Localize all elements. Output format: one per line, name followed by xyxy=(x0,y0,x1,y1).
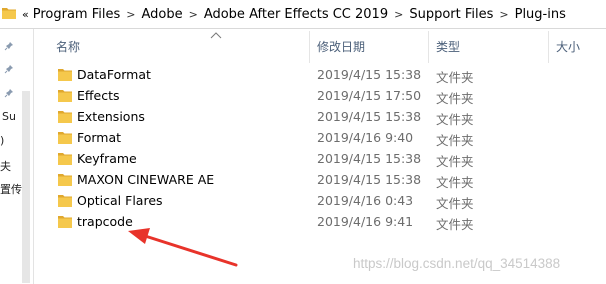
pin-icon[interactable] xyxy=(4,64,14,74)
folder-icon xyxy=(58,153,72,165)
breadcrumb-plug-ins[interactable]: Plug-ins xyxy=(515,7,566,22)
chevron-right-icon[interactable]: > xyxy=(189,8,198,21)
file-type: 文件夹 xyxy=(436,196,474,211)
file-type: 文件夹 xyxy=(436,112,474,127)
file-date: 2019/4/15 17:50 xyxy=(317,88,422,103)
file-type: 文件夹 xyxy=(436,91,474,106)
nav-scrollbar[interactable] xyxy=(22,91,30,283)
chevron-right-icon[interactable]: > xyxy=(126,8,135,21)
file-date: 2019/4/15 15:38 xyxy=(317,151,422,166)
list-item[interactable]: Keyframe 2019/4/15 15:38 文件夹 xyxy=(34,149,606,170)
column-header-size-label: 大小 xyxy=(556,39,581,54)
column-header-name[interactable]: 名称 xyxy=(56,29,80,63)
breadcrumb-support-files[interactable]: Support Files xyxy=(409,7,493,22)
file-date: 2019/4/15 15:38 xyxy=(317,172,422,187)
pin-icon[interactable] xyxy=(4,41,14,51)
file-name: Optical Flares xyxy=(77,193,163,208)
file-date: 2019/4/16 0:43 xyxy=(317,193,414,208)
file-type: 文件夹 xyxy=(436,175,474,190)
folder-icon xyxy=(58,174,72,186)
breadcrumb-program-files[interactable]: Program Files xyxy=(33,7,121,22)
column-divider[interactable] xyxy=(309,31,310,63)
file-date: 2019/4/16 9:40 xyxy=(317,130,414,145)
list-item[interactable]: Extensions 2019/4/15 15:38 文件夹 xyxy=(34,107,606,128)
breadcrumb: « Program Files > Adobe > Adobe After Ef… xyxy=(22,0,566,28)
folder-icon xyxy=(58,132,72,144)
file-type: 文件夹 xyxy=(436,70,474,85)
column-divider[interactable] xyxy=(548,31,549,63)
column-divider[interactable] xyxy=(428,31,429,63)
chevron-right-icon[interactable]: > xyxy=(394,8,403,21)
file-type: 文件夹 xyxy=(436,154,474,169)
list-item[interactable]: MAXON CINEWARE AE 2019/4/15 15:38 文件夹 xyxy=(34,170,606,191)
folder-icon xyxy=(58,195,72,207)
file-name: DataFormat xyxy=(77,67,151,82)
list-item[interactable]: Format 2019/4/16 9:40 文件夹 xyxy=(34,128,606,149)
folder-icon xyxy=(58,90,72,102)
file-date: 2019/4/16 9:41 xyxy=(317,214,414,229)
column-header-date-label: 修改日期 xyxy=(317,39,366,54)
nav-item-label[interactable]: ) xyxy=(0,134,4,147)
column-header-date[interactable]: 修改日期 xyxy=(317,29,365,63)
navigation-pane[interactable]: Su ) 夫 置传 xyxy=(0,29,34,284)
folder-icon xyxy=(58,216,72,228)
breadcrumb-overflow-button[interactable]: « xyxy=(22,8,29,21)
list-item[interactable]: Optical Flares 2019/4/16 0:43 文件夹 xyxy=(34,191,606,212)
file-name: Keyframe xyxy=(77,151,137,166)
file-name: Extensions xyxy=(77,109,145,124)
column-header-name-label: 名称 xyxy=(56,39,81,54)
file-date: 2019/4/15 15:38 xyxy=(317,109,422,124)
file-name: Format xyxy=(77,130,122,145)
breadcrumb-adobe[interactable]: Adobe xyxy=(141,7,182,22)
file-name: trapcode xyxy=(77,214,133,229)
watermark-text: https://blog.csdn.net/qq_34514388 xyxy=(353,256,561,271)
column-header-type-label: 类型 xyxy=(436,39,461,54)
breadcrumb-after-effects[interactable]: Adobe After Effects CC 2019 xyxy=(204,7,388,22)
folder-icon xyxy=(58,69,72,81)
file-name: MAXON CINEWARE AE xyxy=(77,172,215,187)
folder-icon xyxy=(58,111,72,123)
file-type: 文件夹 xyxy=(436,133,474,148)
column-headers: 名称 修改日期 类型 大小 xyxy=(34,29,606,63)
folder-icon xyxy=(2,8,16,19)
nav-item-label[interactable]: 置传 xyxy=(0,181,22,197)
sort-ascending-icon xyxy=(210,32,222,39)
column-header-type[interactable]: 类型 xyxy=(436,29,460,63)
list-item[interactable]: Effects 2019/4/15 17:50 文件夹 xyxy=(34,86,606,107)
file-date: 2019/4/15 15:38 xyxy=(317,67,422,82)
nav-item-label[interactable]: 夫 xyxy=(0,158,11,174)
column-header-size[interactable]: 大小 xyxy=(556,29,580,63)
chevron-right-icon[interactable]: > xyxy=(499,8,508,21)
pin-icon[interactable] xyxy=(4,88,14,98)
nav-item-label[interactable]: Su xyxy=(2,110,16,123)
address-bar[interactable]: « Program Files > Adobe > Adobe After Ef… xyxy=(0,0,606,29)
list-item[interactable]: trapcode 2019/4/16 9:41 文件夹 xyxy=(34,212,606,233)
list-item[interactable]: DataFormat 2019/4/15 15:38 文件夹 xyxy=(34,65,606,86)
file-name: Effects xyxy=(77,88,120,103)
file-type: 文件夹 xyxy=(436,217,474,232)
